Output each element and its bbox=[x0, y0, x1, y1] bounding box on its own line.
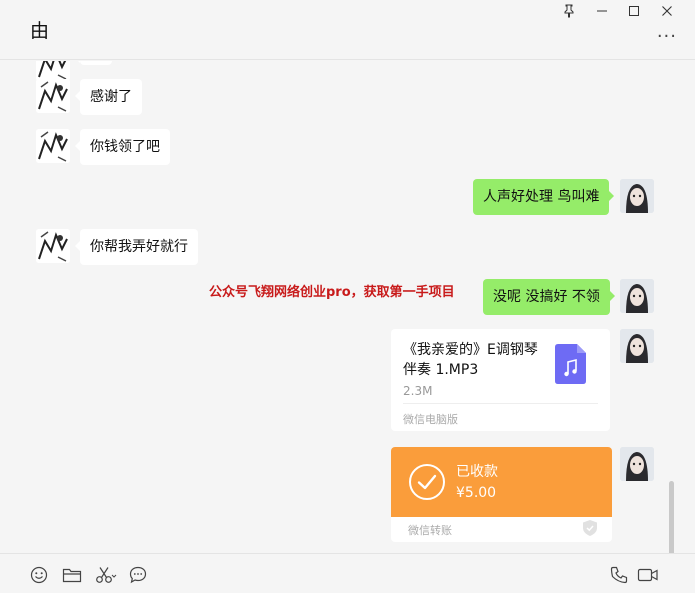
file-message-card[interactable]: 《我亲爱的》E调钢琴伴奏 1.MP3 2.3M 微信电脑版 bbox=[391, 329, 610, 431]
message-bubble[interactable]: 感谢了 bbox=[75, 79, 142, 115]
file-name: 《我亲爱的》E调钢琴伴奏 1.MP3 bbox=[403, 342, 538, 378]
self-avatar[interactable] bbox=[620, 279, 654, 313]
input-toolbar bbox=[0, 553, 695, 593]
video-icon[interactable] bbox=[637, 566, 659, 584]
pin-icon[interactable] bbox=[558, 2, 580, 20]
message-bubble[interactable]: 你帮我弄好就行 bbox=[75, 229, 198, 265]
chat-header: 由 ··· bbox=[0, 0, 695, 60]
contact-avatar[interactable] bbox=[36, 229, 70, 263]
contact-avatar[interactable] bbox=[36, 79, 70, 113]
folder-icon[interactable] bbox=[62, 566, 84, 584]
message-bubble[interactable]: 人声好处理 鸟叫难 bbox=[473, 179, 615, 215]
self-avatar[interactable] bbox=[620, 179, 654, 213]
emoji-icon[interactable] bbox=[30, 566, 52, 584]
watermark-text: 公众号飞翔网络创业pro，获取第一手项目 bbox=[209, 285, 455, 300]
scissors-icon[interactable] bbox=[95, 566, 117, 584]
minimize-icon[interactable] bbox=[591, 2, 613, 20]
file-size: 2.3M bbox=[403, 384, 433, 398]
scrollbar-thumb[interactable] bbox=[669, 481, 674, 553]
chat-message-area[interactable]: 感谢了 你钱领了吧 人声好处理 鸟叫难 你帮我弄好就行 没呢 没搞好 不领 公众… bbox=[0, 61, 680, 553]
chat-history-icon[interactable] bbox=[129, 566, 151, 584]
transfer-header: 已收款 ¥5.00 bbox=[391, 447, 612, 517]
transfer-source-label: 微信转账 bbox=[408, 524, 452, 537]
maximize-icon[interactable] bbox=[623, 2, 645, 20]
close-icon[interactable] bbox=[656, 2, 678, 20]
message-bubble[interactable]: 你钱领了吧 bbox=[75, 129, 170, 165]
contact-avatar[interactable] bbox=[36, 61, 70, 81]
file-divider bbox=[403, 403, 598, 404]
contact-avatar[interactable] bbox=[36, 129, 70, 163]
transfer-amount: ¥5.00 bbox=[456, 485, 497, 501]
self-avatar[interactable] bbox=[620, 329, 654, 363]
message-bubble[interactable]: 没呢 没搞好 不领 bbox=[483, 279, 615, 315]
self-avatar[interactable] bbox=[620, 447, 654, 481]
shield-icon bbox=[582, 519, 598, 537]
chat-title: 由 bbox=[30, 20, 50, 42]
transfer-status: 已收款 bbox=[456, 464, 498, 480]
transfer-message-card[interactable]: 已收款 ¥5.00 微信转账 bbox=[391, 447, 612, 542]
file-source-label: 微信电脑版 bbox=[403, 413, 458, 426]
phone-icon[interactable] bbox=[610, 566, 632, 584]
message-bubble-partial bbox=[75, 61, 112, 65]
more-icon[interactable]: ··· bbox=[657, 26, 677, 47]
check-circle-icon bbox=[408, 463, 446, 501]
music-file-icon bbox=[555, 344, 586, 384]
